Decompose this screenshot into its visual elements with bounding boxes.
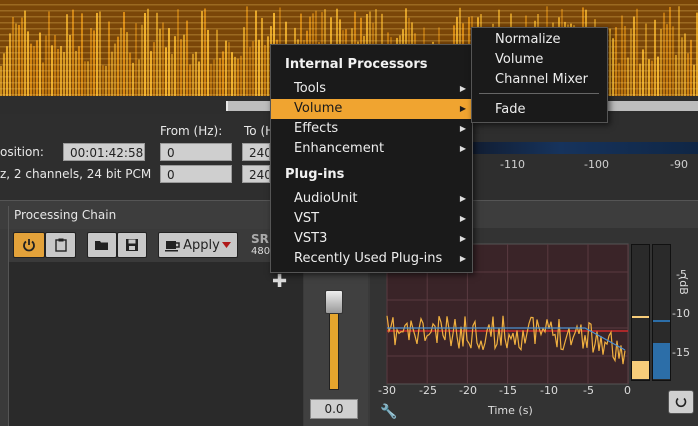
- menu-item-vst3[interactable]: VST3 ▶: [271, 229, 472, 249]
- reset-meter-button[interactable]: [668, 390, 694, 414]
- power-button[interactable]: [13, 232, 45, 258]
- menu-header-internal: Internal Processors: [285, 57, 428, 72]
- scale-tick: -90: [670, 158, 688, 171]
- wrench-icon[interactable]: 🔧: [380, 404, 397, 420]
- menu-item-recently-used-plug-ins[interactable]: Recently Used Plug-ins ▶: [271, 249, 472, 269]
- x-tick-label: 0: [624, 384, 631, 397]
- scale-tick: -100: [584, 158, 609, 171]
- x-axis-label: Time (s): [488, 404, 533, 417]
- submenu-item-channel-mixer[interactable]: Channel Mixer: [495, 72, 588, 87]
- x-tick-label: -20: [459, 384, 477, 397]
- from-hz-label: From (Hz):: [160, 124, 223, 138]
- gain-fader-knob[interactable]: [325, 290, 343, 314]
- chevron-right-icon: ▶: [459, 194, 466, 203]
- sample-rate-label: 480: [251, 246, 271, 257]
- from-hz-field-1[interactable]: 0: [160, 143, 232, 161]
- x-tick-label: -10: [540, 384, 558, 397]
- sr-label: SR: [251, 232, 269, 246]
- menu-item-label: Recently Used Plug-ins: [294, 251, 443, 266]
- scale-tick: -110: [500, 158, 525, 171]
- clipboard-button[interactable]: [45, 232, 76, 258]
- folder-icon: [95, 241, 108, 250]
- open-preset-button[interactable]: [87, 232, 117, 258]
- menu-item-audiounit[interactable]: AudioUnit ▶: [271, 189, 472, 209]
- menu-item-vst[interactable]: VST ▶: [271, 209, 472, 229]
- add-processor-menu: Internal Processors Tools ▶ Volume ▶ Effects…: [270, 44, 473, 273]
- position-field[interactable]: 00:01:42:588: [63, 143, 145, 161]
- menu-item-label: Volume: [294, 101, 343, 116]
- level-meter-left-peak: [632, 316, 649, 318]
- coffee-cup-icon: [165, 241, 180, 252]
- to-hz-field-2[interactable]: 240: [242, 165, 270, 183]
- chevron-right-icon: ▶: [459, 124, 466, 133]
- chevron-right-icon: ▶: [459, 144, 466, 153]
- x-tick-label: -30: [378, 384, 396, 397]
- menu-item-volume[interactable]: Volume ▶: [271, 99, 472, 119]
- save-preset-button[interactable]: [117, 232, 147, 258]
- apply-label: Apply: [183, 237, 220, 253]
- submenu-item-volume[interactable]: Volume: [495, 52, 543, 67]
- to-hz-field-1[interactable]: 240: [242, 143, 270, 161]
- plus-icon[interactable]: ✚: [272, 271, 287, 292]
- submenu-separator: [479, 93, 599, 94]
- from-hz-field-2[interactable]: 0: [160, 165, 232, 183]
- level-meter-left-fill: [632, 361, 649, 379]
- menu-item-effects[interactable]: Effects ▶: [271, 119, 472, 139]
- menu-item-tools[interactable]: Tools ▶: [271, 79, 472, 99]
- chevron-down-icon: [221, 242, 231, 248]
- volume-submenu: Normalize Volume Channel Mixer Fade: [471, 27, 608, 123]
- chevron-right-icon: ▶: [459, 84, 466, 93]
- power-icon: [23, 239, 35, 252]
- processing-chain-list[interactable]: [9, 262, 303, 426]
- meter-unit-label: (dB: [677, 276, 690, 295]
- x-tick-label: -15: [499, 384, 517, 397]
- chevron-right-icon: ▶: [459, 254, 466, 263]
- gain-value-field[interactable]: 0.0: [310, 399, 358, 419]
- level-meter-right-fill: [653, 343, 670, 379]
- save-icon: [126, 239, 138, 251]
- format-label: z, 2 channels, 24 bit PCM: [0, 167, 152, 181]
- chevron-right-icon: ▶: [459, 234, 466, 243]
- menu-item-label: VST3: [294, 231, 328, 246]
- level-scale-bar: [468, 142, 698, 154]
- meter-tick-label: -10: [672, 307, 690, 320]
- menu-item-label: AudioUnit: [294, 191, 358, 206]
- menu-header-plugins: Plug-ins: [285, 167, 345, 182]
- menu-item-label: Enhancement: [294, 141, 385, 156]
- x-tick-label: -25: [419, 384, 437, 397]
- submenu-item-normalize[interactable]: Normalize: [495, 32, 560, 47]
- reset-icon: [675, 397, 687, 408]
- menu-item-label: Effects: [294, 121, 339, 136]
- submenu-item-fade[interactable]: Fade: [495, 102, 526, 117]
- apply-button[interactable]: Apply: [158, 232, 238, 258]
- position-label: osition:: [0, 145, 44, 159]
- menu-item-label: VST: [294, 211, 320, 226]
- processing-chain-title: Processing Chain: [14, 208, 117, 222]
- clipboard-icon: [54, 238, 67, 252]
- menu-item-label: Tools: [294, 81, 327, 96]
- x-tick-label: -5: [583, 384, 594, 397]
- level-meter-right-peak: [653, 320, 670, 322]
- chevron-right-icon: ▶: [459, 104, 466, 113]
- menu-item-enhancement[interactable]: Enhancement ▶: [271, 139, 472, 159]
- chevron-right-icon: ▶: [459, 214, 466, 223]
- meter-tick-label: -15: [672, 346, 690, 359]
